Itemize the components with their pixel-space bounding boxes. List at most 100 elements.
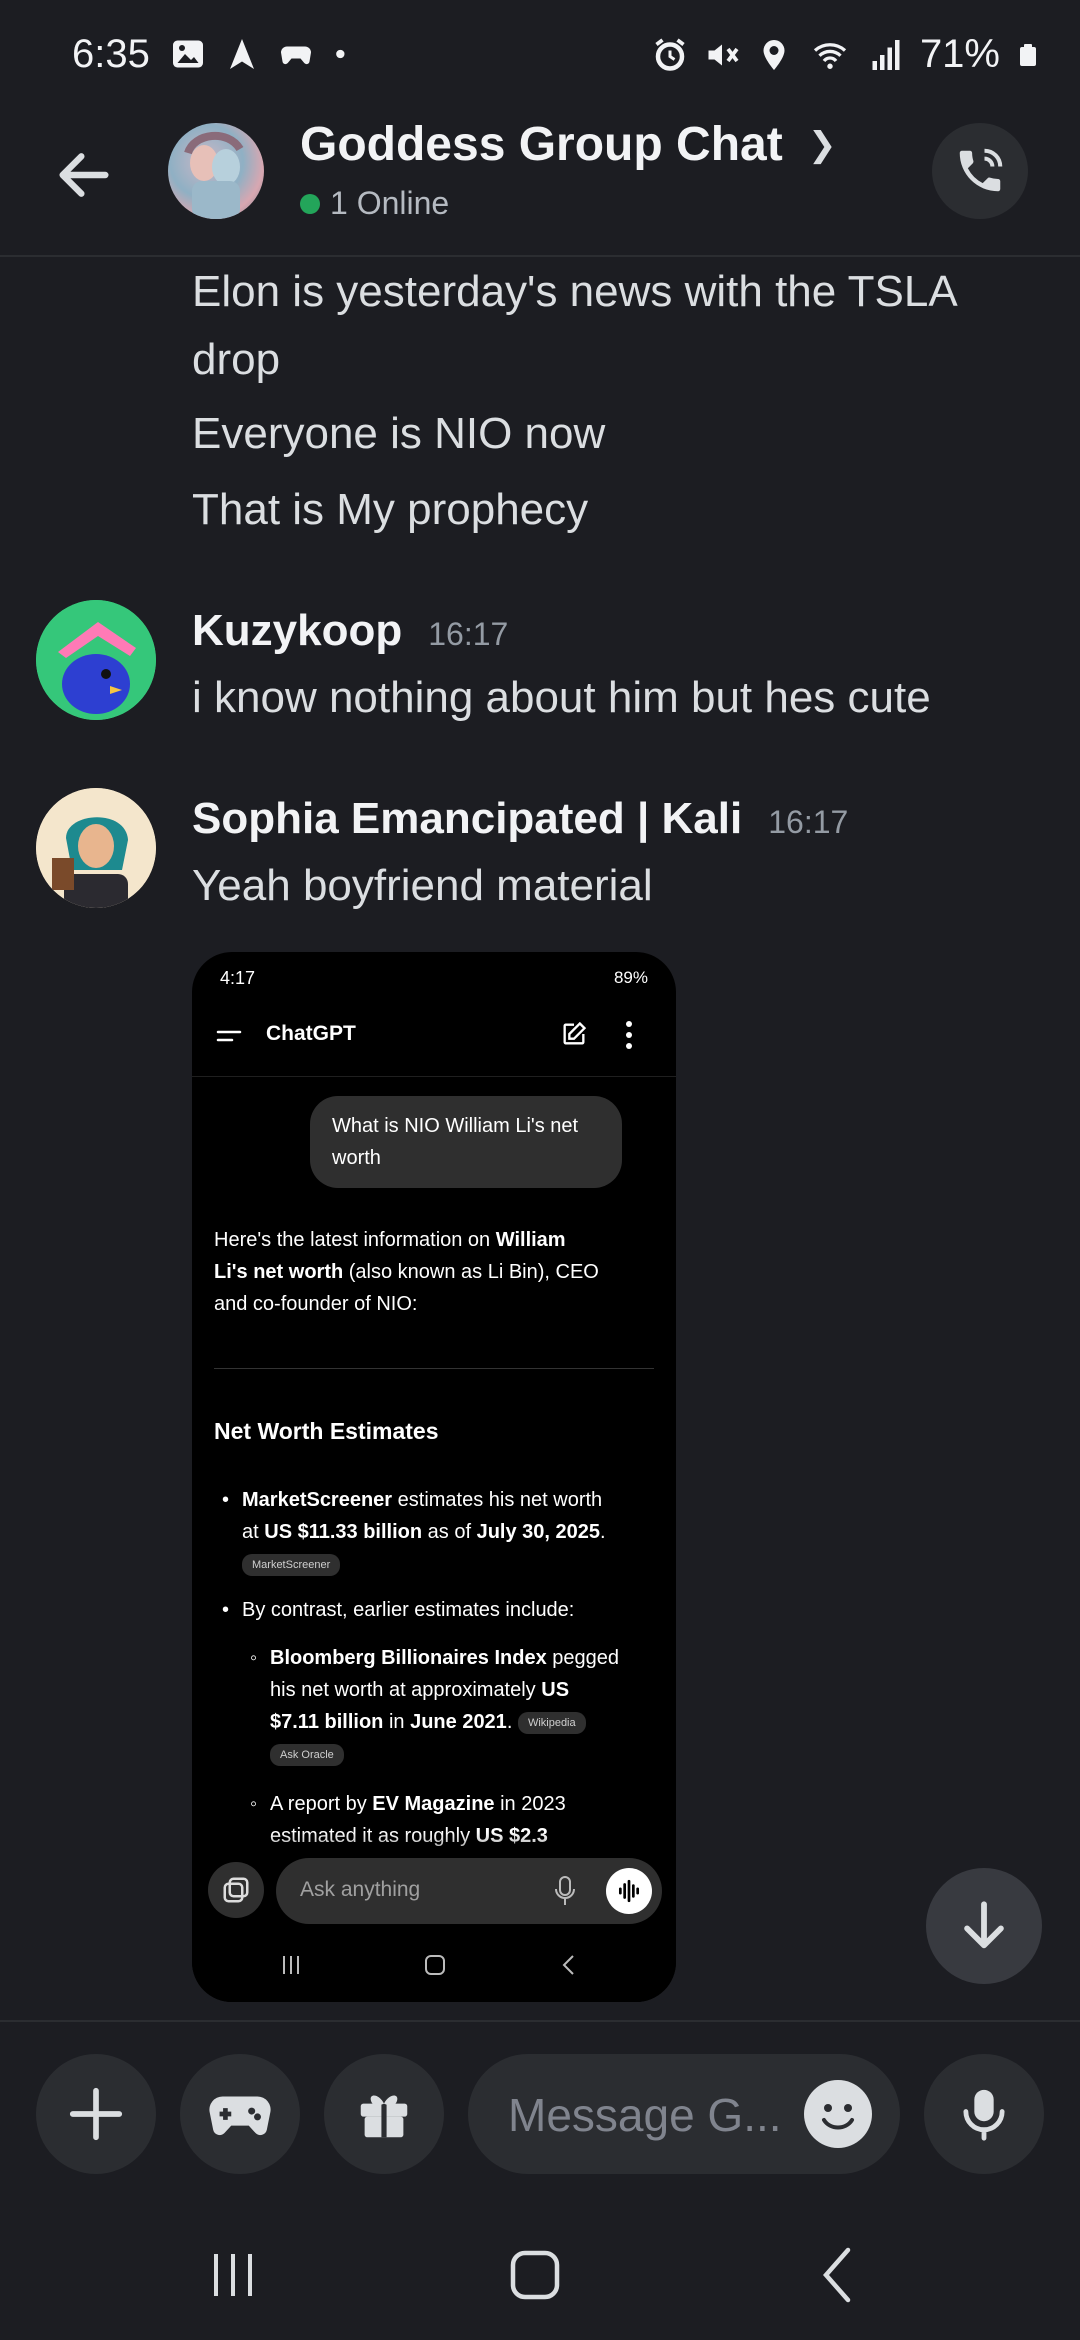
text: estimates his net worth xyxy=(392,1489,603,1511)
embedded-app-title: ChatGPT xyxy=(266,1022,356,1045)
microphone-icon xyxy=(555,1876,575,1905)
scroll-to-bottom-button[interactable] xyxy=(926,1868,1042,1984)
timestamp: 16:17 xyxy=(428,616,509,652)
avatar-kuzykoop[interactable] xyxy=(36,600,156,720)
author-name[interactable]: Sophia Emancipated | Kali xyxy=(192,794,742,844)
embedded-ask-input: Ask anything xyxy=(276,1858,662,1924)
text-bold: US $11.33 billion xyxy=(264,1521,423,1543)
source-chip: MarketScreener xyxy=(242,1553,341,1576)
recents-icon xyxy=(283,1956,299,1974)
text: and co-founder of NIO: xyxy=(214,1293,418,1315)
waveform-icon xyxy=(618,1879,640,1903)
chat-header: Goddess Group Chat ❯ 1 Online xyxy=(0,115,1080,257)
status-bar: 6:35 71% xyxy=(0,0,1080,115)
gift-icon xyxy=(360,2095,408,2138)
answer-intro: Here's the latest information on William… xyxy=(214,1224,654,1320)
text: at xyxy=(242,1521,265,1543)
list-item: • By contrast, earlier estimates include… xyxy=(222,1594,652,1626)
text: (also known as Li Bin), CEO xyxy=(343,1261,599,1283)
embedded-battery: 89% xyxy=(613,968,648,987)
navigation-icon xyxy=(230,39,254,69)
group-avatar[interactable] xyxy=(168,123,264,219)
text-bold: MarketScreener xyxy=(242,1489,393,1511)
game-controller-icon xyxy=(281,46,311,65)
avatar-sophia[interactable] xyxy=(36,788,156,908)
status-left-icons xyxy=(170,36,352,72)
text-bold: June 2021 xyxy=(410,1711,507,1733)
text-bold: Li's net worth xyxy=(214,1261,344,1283)
microphone-icon xyxy=(963,2089,1005,2141)
text: in xyxy=(383,1711,411,1733)
emoji-button[interactable] xyxy=(804,2080,872,2148)
message-header: Kuzykoop 16:17 xyxy=(192,606,508,656)
arrow-down-icon xyxy=(964,1901,1004,1949)
message-text: Yeah boyfriend material xyxy=(192,861,653,910)
phone-call-icon xyxy=(959,148,1003,192)
answer-heading: Net Worth Estimates xyxy=(214,1418,439,1444)
status-right-icons: 71% xyxy=(652,32,1040,77)
online-count: 1 Online xyxy=(330,185,450,221)
status-time: 6:35 xyxy=(72,32,150,76)
more-vertical-icon xyxy=(626,1021,632,1049)
text-bold: US xyxy=(541,1679,570,1701)
embedded-status-time: 4:17 xyxy=(220,968,256,988)
divider xyxy=(192,1076,676,1077)
gift-button[interactable] xyxy=(324,2054,444,2174)
bullet-icon: ◦ xyxy=(250,1647,258,1669)
text: as of xyxy=(422,1521,477,1543)
message-text: Everyone is NIO now xyxy=(192,409,606,458)
image-gallery-icon xyxy=(223,1877,249,1903)
text-bold: EV Magazine xyxy=(372,1793,495,1815)
text: Here's the latest information on xyxy=(214,1229,496,1251)
back-arrow-icon[interactable] xyxy=(52,143,116,207)
chevron-right-icon[interactable]: ❯ xyxy=(808,125,837,165)
message-text: i know nothing about him but hes cute xyxy=(192,673,931,722)
list-item: • MarketScreener estimates his net worth… xyxy=(222,1484,652,1580)
question-line: What is NIO William Li's net xyxy=(332,1115,579,1137)
online-dot-icon xyxy=(300,193,320,214)
home-icon[interactable] xyxy=(500,2240,570,2310)
image-icon xyxy=(173,40,203,68)
add-attachment-button[interactable] xyxy=(36,2054,156,2174)
bullet-icon: • xyxy=(222,1599,230,1621)
image-attachment[interactable]: 4:17 89% ChatGPT What is NIO William Li'… xyxy=(192,952,676,2002)
dot-icon xyxy=(336,49,345,59)
text: A report by xyxy=(270,1793,373,1815)
smiley-icon xyxy=(822,2104,854,2130)
message-text: drop xyxy=(192,335,281,384)
recent-apps-icon[interactable] xyxy=(198,2240,268,2310)
bullet-icon: ◦ xyxy=(250,1793,258,1815)
back-icon xyxy=(562,1955,574,1975)
text: pegged xyxy=(546,1647,620,1669)
mute-icon xyxy=(708,44,739,65)
voice-call-button[interactable] xyxy=(932,123,1028,219)
voice-mode-button xyxy=(606,1868,652,1914)
bullet-icon: • xyxy=(222,1489,230,1511)
game-controller-icon xyxy=(209,2096,271,2136)
author-name[interactable]: Kuzykoop xyxy=(192,606,402,656)
question-line: worth xyxy=(332,1147,381,1169)
activities-button[interactable] xyxy=(180,2054,300,2174)
message-composer: Message G... xyxy=(0,2020,1080,2212)
voice-message-button[interactable] xyxy=(924,2054,1044,2174)
signal-icon xyxy=(872,39,900,70)
group-title[interactable]: Goddess Group Chat xyxy=(300,117,783,172)
battery-percent: 71% xyxy=(919,32,1000,76)
text: his net worth at approximately xyxy=(270,1679,542,1701)
back-icon[interactable] xyxy=(804,2240,874,2310)
text: By contrast, earlier estimates include: xyxy=(242,1599,575,1621)
text: in 2023 xyxy=(494,1793,566,1815)
list-item: ◦ Bloomberg Billionaires Index pegged hi… xyxy=(250,1642,650,1770)
plus-icon xyxy=(69,2087,123,2141)
message-text: That is My prophecy xyxy=(192,485,589,534)
ask-placeholder: Ask anything xyxy=(300,1878,421,1901)
home-icon xyxy=(425,1955,445,1975)
text-bold: William xyxy=(495,1229,566,1251)
message-header: Sophia Emancipated | Kali 16:17 xyxy=(192,794,848,844)
source-chip: Wikipedia xyxy=(517,1711,586,1734)
message-input[interactable]: Message G... xyxy=(468,2054,900,2174)
battery-icon xyxy=(1020,43,1036,66)
edit-icon xyxy=(563,1021,587,1045)
message-placeholder: Message G... xyxy=(508,2089,782,2141)
timestamp: 16:17 xyxy=(768,804,849,840)
